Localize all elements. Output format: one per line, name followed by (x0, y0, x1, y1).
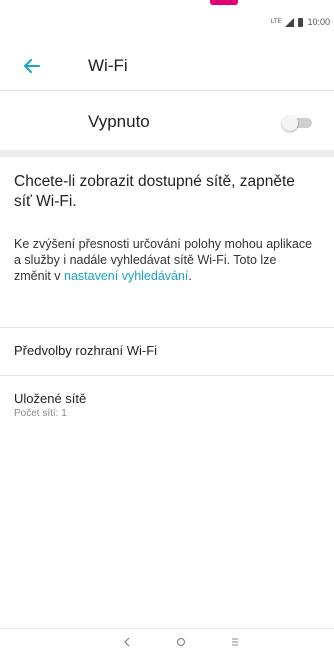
wifi-preferences-item[interactable]: Předvolby rozhraní Wi-Fi (14, 343, 157, 358)
battery-icon (298, 17, 304, 27)
wifi-toggle-label: Vypnuto (88, 112, 150, 131)
divider (0, 375, 334, 376)
saved-networks-count: Počet sítí: 1 (14, 408, 67, 419)
back-arrow-icon[interactable] (18, 52, 46, 80)
brand-mark (210, 0, 238, 5)
status-bar: LTE 10:00 (0, 0, 334, 42)
scanning-info-end: . (188, 269, 192, 283)
wifi-off-message: Chcete-li zobrazit dostupné sítě, zapnět… (14, 173, 295, 210)
network-type-label: LTE (270, 19, 282, 25)
scanning-info: Ke zvýšení přesnosti určování polohy moh… (14, 236, 314, 284)
signal-icon (285, 17, 295, 27)
status-icons: LTE 10:00 (271, 17, 330, 27)
nav-back-icon[interactable] (116, 632, 138, 652)
page-title: Wi-Fi (88, 56, 128, 75)
divider (0, 327, 334, 328)
app-toolbar: Wi-Fi (0, 42, 334, 91)
nav-home-icon[interactable] (170, 632, 192, 652)
switch-thumb (282, 115, 298, 131)
section-divider (0, 150, 334, 157)
navigation-bar (0, 628, 334, 655)
scan-settings-link[interactable]: nastavení vyhledávání (64, 269, 188, 283)
wifi-switch[interactable] (282, 115, 316, 131)
wifi-toggle-row[interactable]: Vypnuto (0, 92, 334, 150)
nav-menu-icon[interactable] (224, 632, 246, 652)
clock: 10:00 (307, 17, 330, 27)
saved-networks-item[interactable]: Uložené sítě (14, 391, 86, 406)
